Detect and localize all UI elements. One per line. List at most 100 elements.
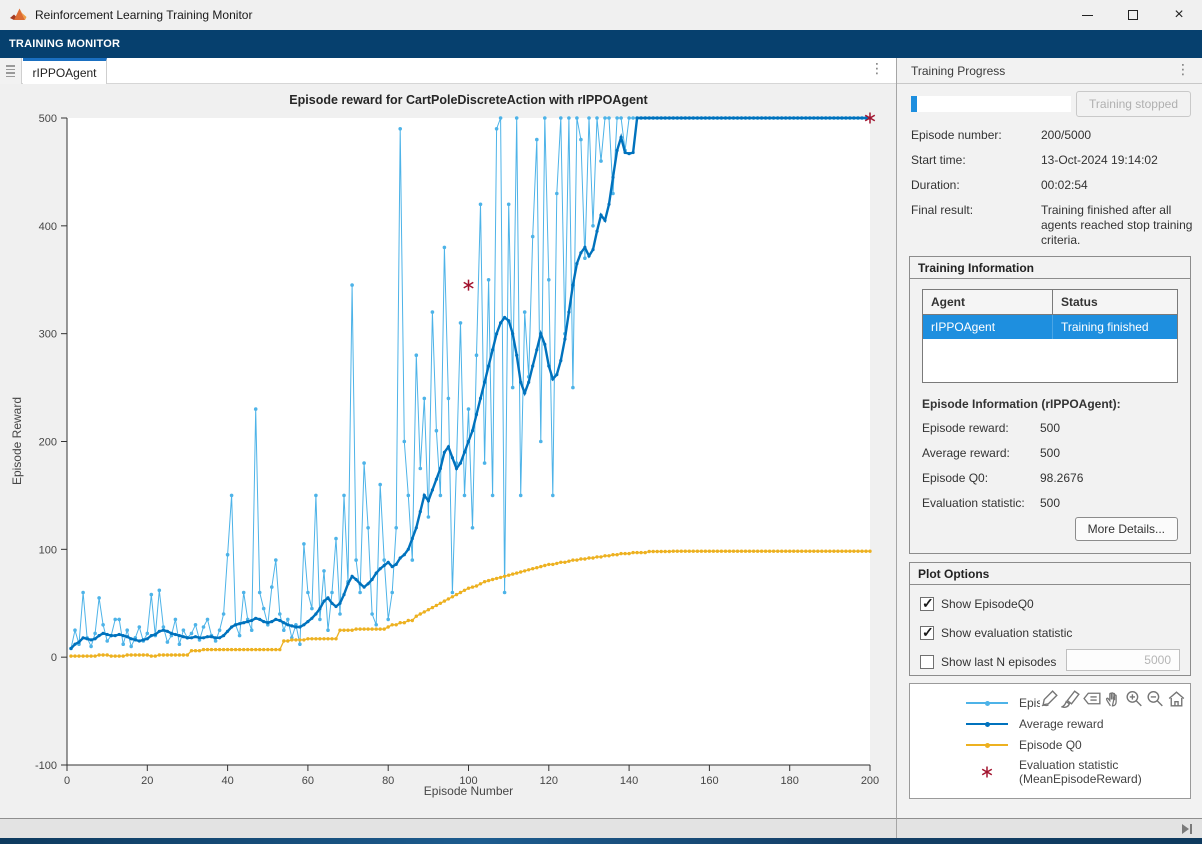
agent-cell: rIPPOAgent [923,315,1053,339]
panel-body: Training stopped Episode number: 200/500… [897,84,1202,817]
field-value: Training finished after all agents reach… [1041,203,1194,248]
maximize-button[interactable] [1110,0,1156,30]
zoom-in-icon[interactable] [1124,689,1145,708]
field-label: Episode reward: [922,421,1040,435]
final-result-row: Final result: Training finished after al… [911,203,1194,248]
export-icon[interactable] [1040,689,1061,708]
document-area: rIPPOAgent ⋮ Episode reward for CartPole… [0,58,896,818]
title-bar: Reinforcement Learning Training Monitor … [0,0,1202,30]
checkbox-icon [920,597,934,611]
tab-overflow-menu-icon[interactable]: ⋮ [870,61,884,77]
evaluation-asterisk-icon [966,765,1008,779]
tab-label: rIPPOAgent [32,66,96,80]
checkbox-label: Show evaluation statistic [941,626,1072,640]
panel-header: Training Progress ⋮ [897,58,1202,84]
training-information-group: Training Information Agent Status rIPPOA… [909,256,1191,554]
training-stopped-button[interactable]: Training stopped [1076,91,1191,117]
evaluation-statistic-row: Evaluation statistic: 500 [922,496,1060,510]
more-details-button[interactable]: More Details... [1075,517,1178,541]
left-horizontal-scrollbar[interactable] [0,818,896,838]
window-title: Reinforcement Learning Training Monitor [35,8,252,22]
training-progress-bar [911,96,1071,112]
field-value: 200/5000 [1041,128,1194,143]
legend-entry-evaluation-statistic: Evaluation statistic (MeanEpisodeReward) [966,758,1169,786]
episode-reward-row: Episode reward: 500 [922,421,1060,435]
checkbox-icon [920,626,934,640]
field-label: Evaluation statistic: [922,496,1040,510]
field-label: Start time: [911,153,1041,168]
legend-entry-average-reward: Average reward [966,717,1104,731]
field-label: Final result: [911,203,1041,248]
group-title: Training Information [910,257,1190,279]
plot-options-group: Plot Options Show EpisodeQ0 Show evaluat… [909,562,1191,676]
episode-number-row: Episode number: 200/5000 [911,128,1194,143]
agent-status-table: Agent Status rIPPOAgent Training finishe… [922,289,1178,383]
show-last-n-episodes-checkbox[interactable]: Show last N episodes [920,653,1056,671]
svg-text:300: 300 [39,329,57,341]
svg-text:-100: -100 [35,760,57,772]
checkbox-icon [920,655,934,669]
group-title: Plot Options [910,563,1190,585]
table-header-row: Agent Status [923,290,1177,315]
episode-q0-row: Episode Q0: 98.2676 [922,471,1083,485]
average-reward-row: Average reward: 500 [922,446,1060,460]
svg-text:400: 400 [39,221,57,233]
matlab-logo-icon [10,8,27,23]
svg-text:0: 0 [51,652,57,664]
maximize-icon [1128,10,1138,20]
training-figure: Episode reward for CartPoleDiscreteActio… [0,84,896,818]
field-value: 500 [1040,496,1060,510]
toolstrip: TRAINING MONITOR [0,30,1202,58]
pan-icon[interactable] [1103,689,1124,708]
field-value: 98.2676 [1040,471,1083,485]
svg-text:200: 200 [39,437,57,449]
minimize-button[interactable] [1064,0,1110,30]
close-button[interactable]: × [1156,0,1202,30]
document-tab-strip: rIPPOAgent ⋮ [0,58,896,84]
table-row[interactable]: rIPPOAgent Training finished [923,315,1177,339]
panel-overflow-menu-icon[interactable]: ⋮ [1176,62,1190,78]
start-time-row: Start time: 13-Oct-2024 19:14:02 [911,153,1194,168]
status-cell: Training finished [1053,315,1177,339]
legend-label: Evaluation statistic (MeanEpisodeReward) [1019,758,1169,786]
field-value: 500 [1040,446,1060,460]
training-progress-panel: Training Progress ⋮ Training stopped Epi… [896,58,1202,818]
x-axis-label: Episode Number [67,784,870,798]
reward-plot[interactable]: 020406080100120140160180200-100010020030… [0,84,896,818]
field-value: 13-Oct-2024 19:14:02 [1041,153,1194,168]
field-label: Episode Q0: [922,471,1040,485]
checkbox-label: Show EpisodeQ0 [941,597,1034,611]
panel-title: Training Progress [897,64,1005,78]
average-reward-line-icon [966,717,1008,731]
legend-label: Episode Q0 [1019,738,1082,752]
field-value: 500 [1040,421,1060,435]
show-episodeq0-checkbox[interactable]: Show EpisodeQ0 [920,595,1034,613]
window-bottom-edge [0,838,1202,844]
tab-training-monitor[interactable]: TRAINING MONITOR [0,38,120,50]
field-label: Episode number: [911,128,1041,143]
checkbox-label: Show last N episodes [941,655,1056,669]
legend-label: Average reward [1019,717,1104,731]
episode-q0-line-icon [966,738,1008,752]
show-evaluation-statistic-checkbox[interactable]: Show evaluation statistic [920,624,1072,642]
progress-fill [911,96,917,112]
field-value: 00:02:54 [1041,178,1194,193]
right-horizontal-scrollbar[interactable] [896,818,1202,838]
svg-text:100: 100 [39,544,57,556]
duration-row: Duration: 00:02:54 [911,178,1194,193]
axes-toolbar [1040,689,1187,708]
brush-icon[interactable] [1061,689,1082,708]
column-header-agent: Agent [923,290,1053,314]
tab-rippoagent[interactable]: rIPPOAgent [23,58,107,84]
document-bar-menu-button[interactable] [0,58,22,84]
n-episodes-input[interactable] [1066,649,1180,671]
scroll-to-end-icon[interactable] [1180,823,1194,835]
legend-entry-episode-q0: Episode Q0 [966,738,1082,752]
legend-box: Episode reward Average reward Episode Q0… [909,683,1191,799]
home-icon[interactable] [1166,689,1187,708]
zoom-out-icon[interactable] [1145,689,1166,708]
column-header-status: Status [1053,290,1177,314]
field-label: Average reward: [922,446,1040,460]
field-label: Duration: [911,178,1041,193]
datatips-icon[interactable] [1082,689,1103,708]
